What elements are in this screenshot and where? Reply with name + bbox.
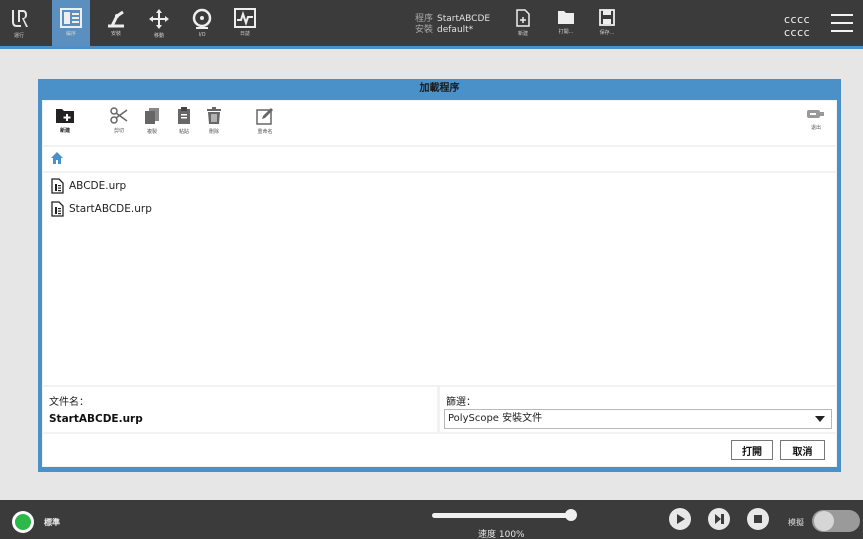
top-bar: 運行 編序 安裝 移動 I/O 日誌 程序 StartABCDE 安裝 defaul… bbox=[0, 0, 863, 49]
cut-label: 剪切 bbox=[113, 128, 124, 134]
load-program-dialog: 加載程序 新建 剪切 複製 粘貼 刪除 重命名 退出 ABCDE.urp Sta… bbox=[38, 79, 841, 472]
tab-log-label: 日誌 bbox=[239, 31, 250, 37]
usb-eject-label: 退出 bbox=[810, 125, 821, 131]
trash-icon bbox=[207, 107, 221, 124]
file-name: ABCDE.urp bbox=[69, 180, 127, 192]
log-icon bbox=[234, 8, 256, 28]
dialog-button-row: 打開 取消 bbox=[43, 434, 836, 466]
filename-label: 文件名： bbox=[49, 397, 89, 408]
tab-program[interactable]: 編序 bbox=[52, 0, 90, 46]
file-list: ABCDE.urp StartABCDE.urp bbox=[43, 173, 836, 385]
rename-button[interactable]: 重命名 bbox=[252, 107, 278, 135]
filter-panel: 篩選： PolyScope 安裝文件 bbox=[440, 387, 836, 432]
open-program-button[interactable]: 打開... bbox=[551, 9, 581, 45]
power-status-icon[interactable] bbox=[12, 511, 34, 533]
io-icon bbox=[192, 8, 212, 29]
cancel-button[interactable]: 取消 bbox=[780, 440, 825, 460]
copy-label: 複製 bbox=[146, 129, 157, 135]
bottom-bar: 標準 速度 100% 模擬 bbox=[0, 500, 863, 539]
speed-slider[interactable] bbox=[432, 513, 574, 518]
tab-move-label: 移動 bbox=[153, 33, 164, 39]
usb-eject-button[interactable]: 退出 bbox=[803, 107, 829, 131]
folder-icon bbox=[558, 11, 574, 24]
step-button[interactable] bbox=[708, 508, 730, 530]
list-item[interactable]: ABCDE.urp bbox=[51, 177, 126, 195]
program-icon bbox=[60, 8, 82, 28]
delete-button[interactable]: 刪除 bbox=[201, 107, 227, 135]
breadcrumb bbox=[43, 147, 836, 171]
delete-label: 刪除 bbox=[208, 129, 219, 135]
save-icon bbox=[599, 9, 615, 26]
simulation-label: 模擬 bbox=[788, 518, 804, 527]
filename-field[interactable]: StartABCDE.urp bbox=[49, 413, 143, 425]
stop-icon bbox=[754, 515, 762, 523]
program-key: 程序 bbox=[415, 14, 434, 24]
program-info: 程序 StartABCDE 安裝 default* bbox=[415, 14, 490, 36]
user-line-2: cccc bbox=[784, 26, 811, 39]
stop-button[interactable] bbox=[747, 508, 769, 530]
paste-button[interactable]: 粘貼 bbox=[171, 107, 197, 135]
user-name: cccc cccc bbox=[784, 13, 810, 39]
installation-icon bbox=[108, 10, 124, 28]
file-toolbar: 新建 剪切 複製 粘貼 刪除 重命名 退出 bbox=[43, 101, 836, 145]
run-tab[interactable]: 運行 bbox=[0, 0, 38, 46]
filename-panel: 文件名： StartABCDE.urp bbox=[43, 387, 437, 432]
user-line-1: cccc bbox=[784, 13, 811, 26]
tab-io[interactable]: I/O bbox=[183, 0, 221, 46]
copy-icon bbox=[145, 108, 159, 124]
ur-logo-icon bbox=[12, 10, 28, 27]
mode-label: 標準 bbox=[44, 518, 60, 527]
rename-label: 重命名 bbox=[257, 129, 273, 135]
dialog-title: 加載程序 bbox=[419, 83, 460, 94]
new-folder-button[interactable]: 新建 bbox=[52, 107, 78, 134]
usb-icon bbox=[807, 110, 824, 118]
open-button[interactable]: 打開 bbox=[731, 440, 773, 460]
hamburger-menu-icon[interactable] bbox=[831, 14, 853, 32]
new-program-label: 新建 bbox=[517, 31, 528, 37]
tab-program-label: 編序 bbox=[65, 31, 76, 37]
step-icon bbox=[715, 514, 724, 524]
simulation-toggle[interactable] bbox=[812, 510, 860, 532]
play-icon bbox=[677, 514, 685, 524]
scissors-icon bbox=[110, 107, 128, 124]
new-file-icon bbox=[516, 9, 530, 27]
filter-label: 篩選： bbox=[446, 397, 476, 408]
edit-icon bbox=[256, 108, 273, 125]
tab-installation-label: 安裝 bbox=[110, 31, 121, 37]
play-button[interactable] bbox=[669, 508, 691, 530]
program-file-icon bbox=[51, 178, 64, 194]
program-name: StartABCDE bbox=[437, 14, 491, 24]
save-program-button[interactable]: 保存... bbox=[592, 9, 622, 45]
dropdown-arrow-icon bbox=[815, 416, 825, 422]
move-icon bbox=[149, 9, 169, 29]
filter-selected-value: PolyScope 安裝文件 bbox=[448, 413, 543, 424]
tab-io-label: I/O bbox=[198, 32, 206, 38]
new-folder-label: 新建 bbox=[59, 128, 70, 134]
copy-button[interactable]: 複製 bbox=[139, 107, 165, 135]
speed-slider-handle[interactable] bbox=[565, 509, 577, 521]
paste-label: 粘貼 bbox=[178, 129, 189, 135]
home-icon[interactable] bbox=[50, 151, 64, 165]
program-file-icon bbox=[51, 201, 64, 217]
file-name: StartABCDE.urp bbox=[69, 203, 152, 215]
open-program-label: 打開... bbox=[558, 29, 574, 35]
cut-button[interactable]: 剪切 bbox=[106, 107, 132, 134]
run-tab-label: 運行 bbox=[13, 33, 24, 39]
tab-log[interactable]: 日誌 bbox=[226, 0, 264, 46]
list-item[interactable]: StartABCDE.urp bbox=[51, 200, 152, 218]
new-program-button[interactable]: 新建 bbox=[508, 9, 538, 45]
dialog-body: 新建 剪切 複製 粘貼 刪除 重命名 退出 ABCDE.urp StartABC… bbox=[42, 100, 837, 467]
installation-key: 安裝 bbox=[415, 25, 434, 35]
installation-name: default* bbox=[437, 25, 474, 35]
tab-move[interactable]: 移動 bbox=[140, 0, 178, 46]
filter-select[interactable]: PolyScope 安裝文件 bbox=[444, 409, 832, 429]
clipboard-icon bbox=[178, 107, 190, 124]
speed-label: 速度 100% bbox=[478, 530, 525, 539]
tab-installation[interactable]: 安裝 bbox=[97, 0, 135, 46]
save-program-label: 保存... bbox=[599, 30, 615, 36]
new-folder-icon bbox=[56, 109, 74, 123]
